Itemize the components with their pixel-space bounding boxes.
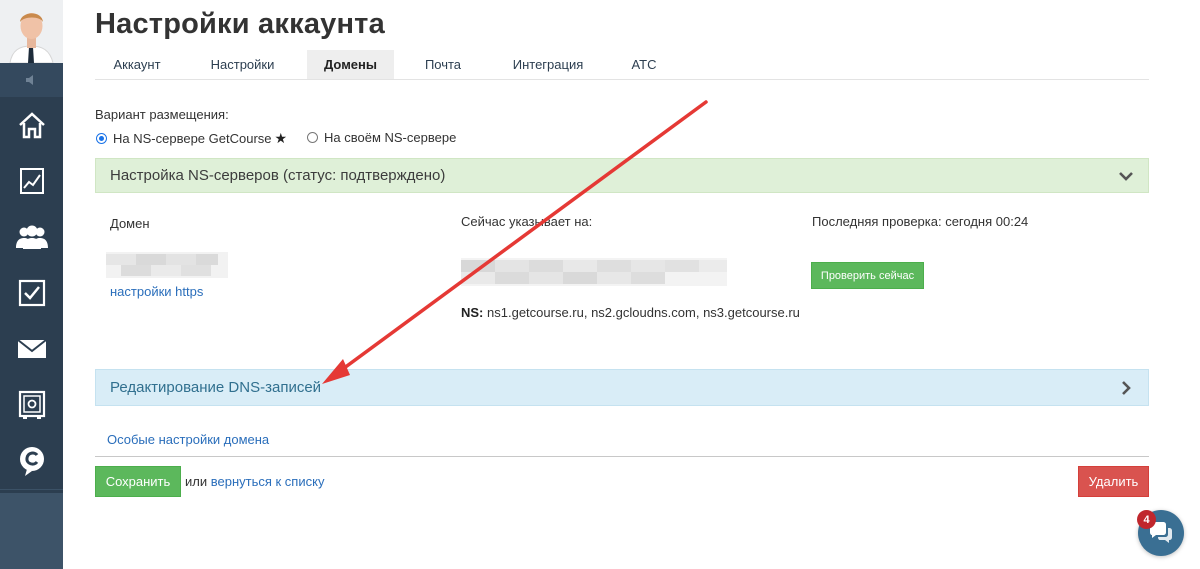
or-text-row: или вернуться к списку <box>185 474 324 489</box>
chat-unread-badge: 4 <box>1137 510 1156 529</box>
blurred-ip <box>461 258 727 286</box>
sidebar-item-getcourse[interactable] <box>0 433 63 490</box>
ns-settings-panel-header[interactable]: Настройка NS-серверов (статус: подтвержд… <box>95 158 1149 193</box>
page-title: Настройки аккаунта <box>95 8 385 40</box>
avatar[interactable] <box>0 0 63 63</box>
ns-values: ns1.getcourse.ru, ns2.gcloudns.com, ns3.… <box>487 305 800 320</box>
users-icon <box>15 225 48 249</box>
sidebar <box>0 0 63 569</box>
user-avatar-icon <box>0 0 63 63</box>
sidebar-item-stats[interactable] <box>0 153 63 210</box>
delete-button[interactable]: Удалить <box>1078 466 1149 497</box>
mail-icon <box>16 339 47 358</box>
star-icon: ★ <box>274 130 288 146</box>
chart-icon <box>19 168 44 194</box>
home-icon <box>18 112 45 139</box>
sidebar-item-mail[interactable] <box>0 321 63 378</box>
special-domain-settings-link[interactable]: Особые настройки домена <box>107 432 269 447</box>
radio-ns-getcourse[interactable]: На NS-сервере GetCourse ★ <box>96 130 287 147</box>
tab-domains[interactable]: Домены <box>307 50 394 79</box>
speaker-icon <box>25 75 33 85</box>
back-to-list-link[interactable]: вернуться к списку <box>211 474 325 489</box>
tasks-icon <box>18 279 45 307</box>
sidebar-item-tasks[interactable] <box>0 265 63 322</box>
sound-toggle[interactable] <box>0 63 63 97</box>
placement-label: Вариант размещения: <box>95 107 229 122</box>
save-button[interactable]: Сохранить <box>95 466 181 497</box>
ns-prefix: NS: <box>461 305 484 320</box>
domain-label: Домен <box>110 216 150 231</box>
chevron-right-icon <box>1122 381 1131 395</box>
safe-icon <box>18 390 45 419</box>
tab-mail[interactable]: Почта <box>413 50 473 79</box>
radio-label: На своём NS-сервере <box>324 130 457 145</box>
points-to-label: Сейчас указывает на: <box>461 214 593 229</box>
check-now-button[interactable]: Проверить сейчас <box>811 262 924 289</box>
tab-pbx[interactable]: АТС <box>620 50 668 79</box>
radio-label: На NS-сервере GetCourse <box>113 131 272 146</box>
or-text: или <box>185 474 208 489</box>
divider <box>95 456 1149 457</box>
dns-records-panel-header[interactable]: Редактирование DNS-записей <box>95 369 1149 406</box>
ns-servers-line: NS: ns1.getcourse.ru, ns2.gcloudns.com, … <box>461 305 800 320</box>
sidebar-item-safe[interactable] <box>0 377 63 434</box>
blurred-domain <box>106 252 228 278</box>
https-settings-link[interactable]: настройки https <box>110 284 203 299</box>
tab-bar: Аккаунт Настройки Домены Почта Интеграци… <box>95 50 1149 80</box>
radio-button[interactable] <box>96 133 107 144</box>
sidebar-item-home[interactable] <box>0 97 63 154</box>
tab-integration[interactable]: Интеграция <box>498 50 598 79</box>
getcourse-logo-icon <box>19 447 44 476</box>
dns-panel-title: Редактирование DNS-записей <box>110 379 322 396</box>
tab-account[interactable]: Аккаунт <box>95 50 179 79</box>
ns-panel-title: Настройка NS-серверов (статус: подтвержд… <box>110 167 446 184</box>
sidebar-footer <box>0 493 63 569</box>
radio-own-ns[interactable]: На своём NS-сервере <box>307 130 456 145</box>
last-check-label: Последняя проверка: сегодня 00:24 <box>812 214 1029 229</box>
chevron-down-icon <box>1119 172 1133 181</box>
sidebar-item-users[interactable] <box>0 209 63 266</box>
tab-settings[interactable]: Настройки <box>195 50 290 79</box>
radio-button[interactable] <box>307 132 318 143</box>
